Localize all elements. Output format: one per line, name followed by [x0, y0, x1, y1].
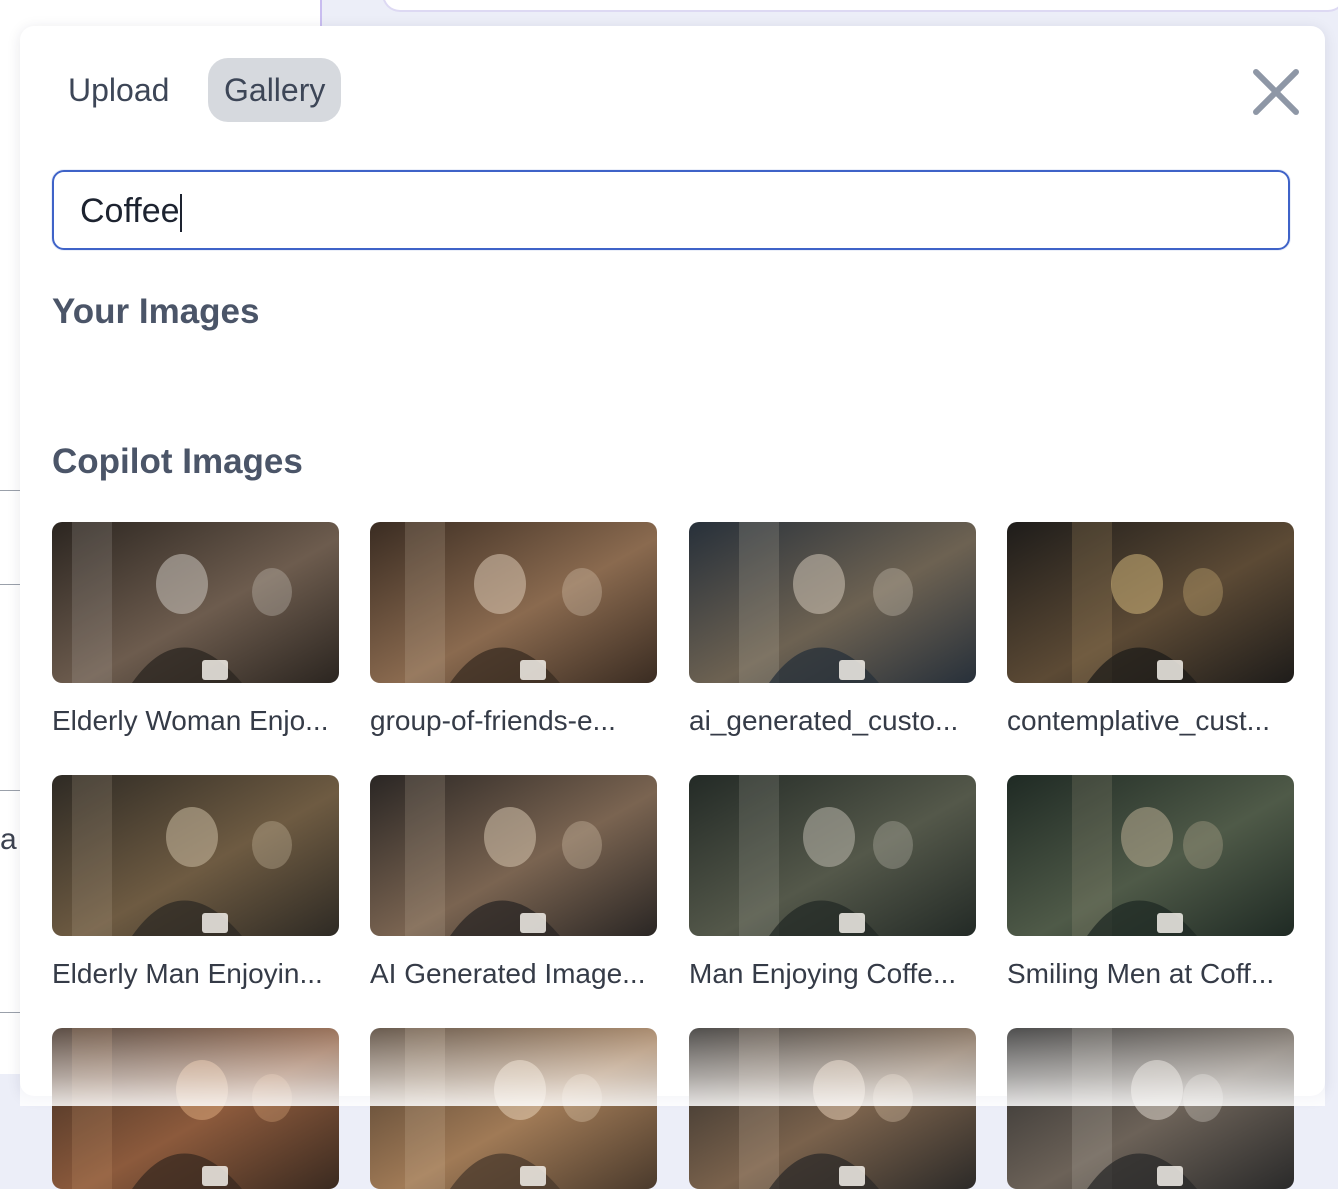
image-thumbnail [370, 1028, 657, 1189]
image-caption: group-of-friends-e... [370, 705, 616, 736]
divider [0, 584, 20, 585]
gallery-image-card[interactable]: AI Generated Image... [370, 775, 657, 990]
image-thumbnail [1007, 1028, 1294, 1189]
gallery-image-card[interactable]: group-of-friends-e... [370, 522, 657, 737]
gallery-image-card[interactable] [370, 1028, 657, 1189]
image-thumbnail [689, 1028, 976, 1189]
image-caption: Smiling Men at Coff... [1007, 958, 1275, 989]
text-caret [179, 194, 182, 232]
tab-upload[interactable]: Upload [52, 58, 185, 122]
image-thumbnail [370, 522, 657, 683]
image-thumbnail [52, 522, 339, 683]
background-text-fragment: a [0, 823, 17, 856]
tab-gallery[interactable]: Gallery [208, 58, 342, 122]
gallery-image-card[interactable]: contemplative_cust... [1007, 522, 1294, 737]
image-caption: contemplative_cust... [1007, 705, 1271, 736]
image-caption: AI Generated Image... [370, 958, 646, 989]
search-input[interactable] [78, 172, 1262, 250]
image-picker-modal: Upload Gallery Your Images Copilot Image… [20, 26, 1325, 1189]
copilot-images-heading: Copilot Images [52, 442, 303, 481]
search-field[interactable] [52, 170, 1290, 250]
background-top-card [384, 0, 1338, 10]
image-thumbnail [370, 775, 657, 936]
image-thumbnail [689, 775, 976, 936]
gallery-image-card[interactable]: Elderly Man Enjoyin... [52, 775, 339, 990]
image-thumbnail [52, 775, 339, 936]
gallery-image-card[interactable]: ai_generated_custo... [689, 522, 976, 737]
image-caption: Elderly Woman Enjo... [52, 705, 329, 736]
divider [0, 1012, 20, 1013]
gallery-image-card[interactable]: Elderly Woman Enjo... [52, 522, 339, 737]
image-thumbnail [689, 522, 976, 683]
gallery-image-card[interactable]: Smiling Men at Coff... [1007, 775, 1294, 990]
gallery-image-card[interactable] [689, 1028, 976, 1189]
gallery-image-card[interactable]: Man Enjoying Coffe... [689, 775, 976, 990]
image-caption: Elderly Man Enjoyin... [52, 958, 323, 989]
image-thumbnail [52, 1028, 339, 1189]
image-caption: ai_generated_custo... [689, 705, 959, 736]
close-icon[interactable] [1246, 62, 1306, 122]
divider [0, 790, 20, 791]
image-thumbnail [1007, 775, 1294, 936]
gallery-image-card[interactable] [1007, 1028, 1294, 1189]
gallery-image-card[interactable] [52, 1028, 339, 1189]
divider [0, 490, 20, 491]
your-images-heading: Your Images [52, 292, 260, 331]
image-thumbnail [1007, 522, 1294, 683]
image-caption: Man Enjoying Coffe... [689, 958, 957, 989]
